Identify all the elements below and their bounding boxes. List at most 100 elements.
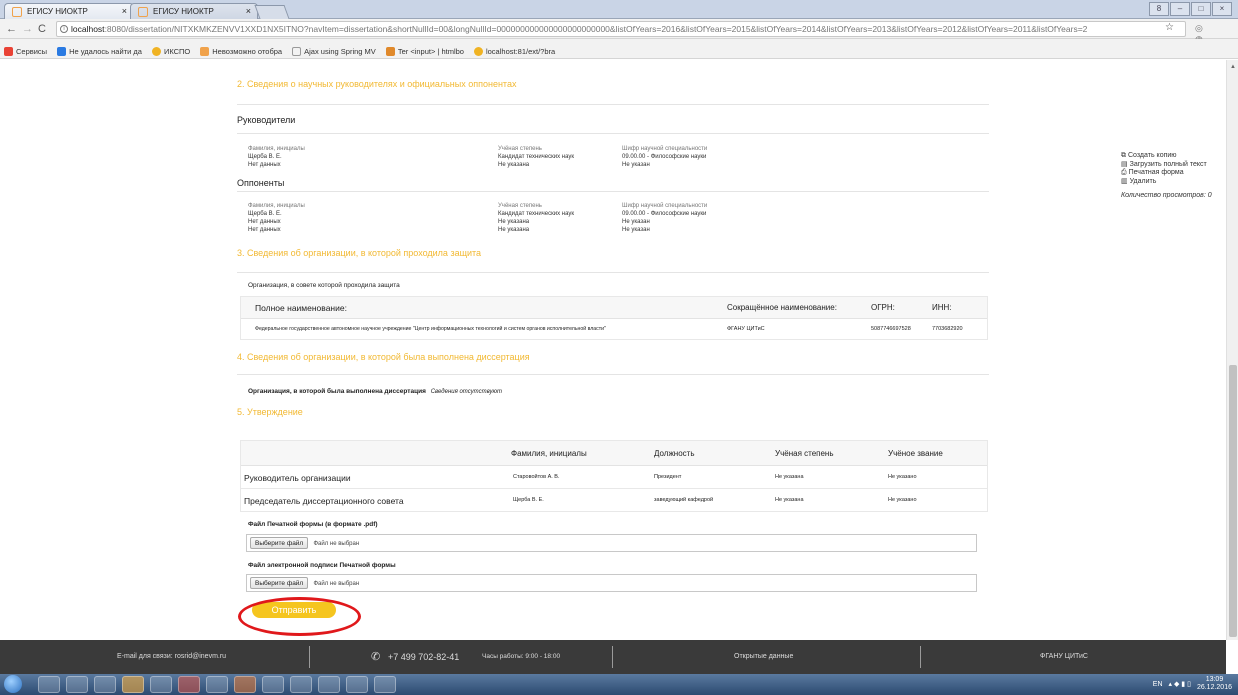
taskbar-app-icon[interactable] (290, 676, 312, 693)
header-degree: Учёная степень (775, 449, 834, 458)
print-action[interactable]: ⎙ Печатная форма (1121, 169, 1212, 178)
taskbar-app-icon[interactable] (206, 676, 228, 693)
bookmark-label: Ter <input> | htmlbo (397, 46, 464, 56)
approval-title: Не указано (888, 474, 917, 480)
print-file-label: Файл Печатной формы (в формате .pdf) (248, 521, 378, 528)
apps-icon (4, 46, 13, 56)
choose-file-button[interactable]: Выберите файл (250, 537, 309, 549)
section-3-title: 3. Сведения об организации, в которой пр… (237, 248, 482, 258)
info-icon[interactable]: i (60, 25, 68, 33)
taskbar-app-icon[interactable] (234, 676, 256, 693)
supervisors-title: Руководители (237, 115, 296, 125)
bookmark-item[interactable]: ИКСПО (151, 44, 191, 58)
upload-action[interactable]: ▤ Загрузить полный текст (1121, 161, 1212, 170)
copy-icon: ⧉ (1121, 152, 1126, 159)
work-org-label: Организация, в которой была выполнена ди… (248, 388, 426, 395)
approval-title: Не указано (888, 497, 917, 503)
bookmark-item[interactable]: Ajax using Spring MV (292, 44, 376, 58)
footer-phone: +7 499 702-82-41 (388, 652, 460, 662)
footer-open-data-link[interactable]: Открытые данные (734, 640, 793, 674)
clock-date: 26.12.2016 (1196, 684, 1232, 691)
minimize-icon[interactable]: – (1170, 2, 1190, 16)
taskbar-app-icon[interactable] (262, 676, 284, 693)
divider (237, 374, 989, 375)
browser-tab-2[interactable]: ЕГИСУ НИОКТР × (130, 3, 258, 19)
taskbar-app-icon[interactable] (38, 676, 60, 693)
language-indicator[interactable]: EN (1153, 681, 1163, 688)
tab-title: ЕГИСУ НИОКТР (27, 7, 88, 16)
opponent-name: Щерба В. Е. (248, 211, 282, 217)
scroll-up-icon[interactable]: ▲ (1230, 64, 1236, 70)
os-taskbar: EN ▴ ◆ ▮ ▯ 13:09 26.12.2016 (0, 674, 1238, 695)
maximize-icon[interactable]: □ (1191, 2, 1211, 16)
close-window-icon[interactable]: × (1212, 2, 1232, 16)
page-scrollbar[interactable]: ▲ (1226, 60, 1238, 640)
address-bar: ← → C i localhost:8080/dissertation/NITX… (0, 19, 1238, 55)
new-tab-button[interactable] (254, 5, 290, 19)
taskbar-app-icon[interactable] (122, 676, 144, 693)
bookmark-label: ИКСПО (163, 46, 191, 56)
supervisors-names: Фамилия, инициалы Щерба В. Е. Нет данных (248, 145, 305, 169)
phone-icon: ✆ (371, 651, 381, 663)
taskbar-app-icon[interactable] (374, 676, 396, 693)
header-ogrn: ОГРН: (871, 303, 895, 312)
reload-icon[interactable]: C (38, 23, 46, 35)
taskbar-app-icon[interactable] (318, 676, 340, 693)
section-5-title: 5. Утверждение (237, 407, 303, 417)
column-header: Фамилия, инициалы (248, 203, 305, 209)
supervisor-name: Щерба В. Е. (248, 154, 282, 160)
taskbar-app-icon[interactable] (94, 676, 116, 693)
chrome-taskbar-icon[interactable] (178, 676, 200, 693)
favicon-icon (12, 7, 22, 17)
bookmark-item[interactable]: Не удалось найти да (57, 44, 142, 58)
close-tab-icon[interactable]: × (246, 6, 251, 16)
opponent-name: Нет данных (248, 227, 281, 233)
bookmark-item[interactable]: Ter <input> | htmlbo (385, 44, 464, 58)
section-2-title: 2. Сведения о научных руководителях и оф… (237, 79, 517, 89)
start-button-icon[interactable] (4, 675, 22, 693)
divider (237, 133, 989, 134)
defense-org-caption: Организация, в совете которой проходила … (248, 282, 400, 289)
copy-label: Создать копию (1128, 152, 1177, 159)
copy-action[interactable]: ⧉ Создать копию (1121, 152, 1212, 161)
opponents-title: Оппоненты (237, 178, 285, 188)
approval-role: Руководитель организации (244, 473, 351, 483)
taskbar-app-icon[interactable] (66, 676, 88, 693)
table-row: Председатель диссертационного совета Щер… (241, 489, 987, 511)
bookmark-item[interactable]: localhost:81/ext/?bra (473, 44, 555, 58)
footer-separator (309, 646, 310, 668)
bookmark-icon (200, 46, 210, 56)
bookmark-label: Сервисы (16, 46, 48, 56)
opponent-degree: Не указана (498, 219, 530, 225)
scroll-thumb[interactable] (1229, 365, 1237, 637)
bookmark-item[interactable]: Сервисы (4, 44, 47, 58)
org-ogrn: 5087746697528 (871, 326, 911, 332)
work-org-line: Организация, в которой была выполнена ди… (248, 388, 502, 395)
forward-icon[interactable]: → (22, 23, 33, 35)
tray-icons[interactable]: ▴ ◆ ▮ ▯ (1169, 680, 1191, 688)
opponent-code: Не указан (622, 227, 650, 233)
divider (237, 272, 989, 273)
table-header: Полное наименование: Сокращённое наимено… (241, 297, 987, 319)
divider (237, 191, 989, 192)
header-name: Фамилия, инициалы (511, 449, 587, 458)
supervisor-code: Не указан (622, 162, 650, 168)
bookmark-label: Невозможно отобра (212, 46, 283, 56)
delete-action[interactable]: ▥ Удалить (1121, 178, 1212, 187)
back-icon[interactable]: ← (6, 23, 17, 35)
footer-email[interactable]: E-mail для связи: rosrid@inevm.ru (117, 640, 226, 674)
window-controls: 8 – □ × (1149, 2, 1232, 16)
bookmark-star-icon[interactable]: ☆ (1165, 22, 1174, 33)
bookmark-item[interactable]: Невозможно отобра (200, 44, 282, 58)
taskbar-app-icon[interactable] (150, 676, 172, 693)
bookmark-icon (385, 46, 395, 56)
opponents-names: Фамилия, инициалы Щерба В. Е. Нет данных… (248, 202, 305, 234)
choose-file-button[interactable]: Выберите файл (250, 577, 309, 589)
browser-tab-1[interactable]: ЕГИСУ НИОКТР × (4, 3, 134, 19)
close-tab-icon[interactable]: × (122, 6, 127, 16)
taskbar-app-icon[interactable] (346, 676, 368, 693)
tray-clock[interactable]: 13:09 26.12.2016 (1197, 676, 1232, 692)
url-input[interactable]: i localhost:8080/dissertation/NITXKMKZEN… (56, 21, 1186, 37)
user-icon[interactable]: 8 (1149, 2, 1169, 16)
delete-label: Удалить (1129, 177, 1157, 185)
